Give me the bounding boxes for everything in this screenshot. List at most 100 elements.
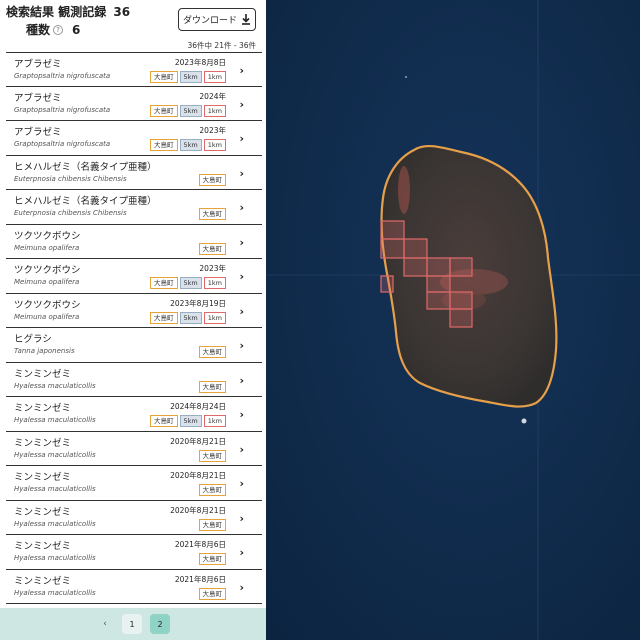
chevron-right-icon[interactable]: ›	[239, 236, 244, 249]
chevron-right-icon[interactable]: ›	[239, 546, 244, 559]
record-row[interactable]: ミンミンゼミ Hyalessa maculaticollis 大島町 ›	[6, 363, 262, 397]
species-japanese-name: アブラゼミ	[14, 59, 62, 70]
grid-1km-tag: 1km	[203, 104, 226, 117]
download-button[interactable]: ダウンロード	[178, 8, 256, 31]
record-row[interactable]: アブラゼミ Graptopsaltria nigrofuscata 2024年 大島町…	[6, 87, 262, 121]
grid-1km-tag: 1km	[203, 71, 226, 83]
grid-1km-tag: 1km	[203, 277, 226, 289]
record-row[interactable]: アブラゼミ Graptopsaltria nigrofuscata 2023年8月8…	[6, 52, 262, 87]
species-scientific-name: Graptopsaltria nigrofuscata	[14, 72, 111, 80]
record-row[interactable]: ツクツクボウシ Meimuna opalifera 2023年 大島町 5km 1km ›	[6, 259, 262, 294]
chevron-right-icon[interactable]: ›	[239, 339, 244, 352]
grid-cell[interactable]	[449, 257, 473, 277]
record-tags: 大島町	[198, 518, 226, 531]
record-row[interactable]: ミンミンゼミ Hyalessa maculaticollis 2021年8月6日 大島…	[6, 570, 262, 604]
grid-5km-tag: 5km	[179, 277, 202, 289]
grid-cell[interactable]	[380, 238, 405, 259]
record-date: 2021年8月6日	[174, 574, 226, 584]
chevron-right-icon[interactable]: ›	[239, 408, 244, 421]
municipality-tag: 大島町	[198, 242, 226, 255]
record-row[interactable]: ミンミンゼミ Hyalessa maculaticollis 2020年8月21日大…	[6, 466, 262, 501]
municipality-tag: 大島町	[198, 518, 226, 531]
results-header: 検索結果 観測記録 36 種数 ? 6 ダウンロード 36件中 21件 - 36…	[0, 0, 266, 52]
record-row[interactable]: ミンミンゼミ Hyalessa maculaticollis 2024年8月24日大…	[6, 397, 262, 432]
record-tags: 大島町 5km 1km	[150, 277, 226, 289]
islet	[405, 76, 407, 78]
municipality-tag: 大島町	[150, 139, 178, 151]
species-japanese-name: ミンミンゼミ	[14, 403, 72, 414]
grid-cell[interactable]	[426, 257, 451, 277]
chevron-right-icon[interactable]: ›	[239, 132, 244, 145]
record-list: アブラゼミ Graptopsaltria nigrofuscata 2023年8月8…	[0, 52, 266, 604]
municipality-tag: 大島町	[198, 173, 226, 186]
grid-cell[interactable]	[426, 275, 451, 293]
grid-cell[interactable]	[449, 308, 473, 328]
species-japanese-name: ミンミンゼミ	[14, 506, 72, 518]
municipality-tag: 大島町	[198, 380, 226, 393]
species-japanese-name: アブラゼミ	[14, 127, 62, 138]
record-date: 2020年8月21日	[170, 436, 226, 446]
chevron-right-icon[interactable]: ›	[239, 512, 244, 525]
grid-cell[interactable]	[403, 257, 428, 277]
record-row[interactable]: ミンミンゼミ Hyalessa maculaticollis 2020年8月21日大…	[6, 432, 262, 466]
chevron-right-icon[interactable]: ›	[239, 305, 244, 318]
record-row[interactable]: ツクツクボウシ Meimuna opalifera 2023年8月19日 大島町 5km…	[6, 294, 262, 328]
page-1-button[interactable]: 1	[122, 614, 142, 634]
record-tags: 大島町	[198, 208, 226, 220]
page-2-button[interactable]: 2	[150, 614, 170, 634]
chevron-right-icon[interactable]: ›	[239, 374, 244, 387]
species-count-line: 種数 ? 6	[26, 21, 80, 38]
record-row[interactable]: ミンミンゼミ Hyalessa maculaticollis 2020年8月21日大…	[6, 501, 262, 535]
species-japanese-name: ミンミンゼミ	[14, 437, 72, 449]
species-scientific-name: Hyalessa maculaticollis	[14, 416, 96, 424]
species-japanese-name: ツクツクボウシ	[14, 299, 81, 311]
result-range: 36件中 21件 - 36件	[187, 41, 257, 50]
map-view[interactable]	[266, 0, 640, 640]
species-japanese-name: ツクツクボウシ	[14, 230, 81, 242]
chevron-right-icon[interactable]: ›	[239, 443, 244, 456]
pagination: ‹ 1 2	[0, 608, 266, 640]
record-row[interactable]: ツクツクボウシ Meimuna opalifera 大島町 ›	[6, 225, 262, 259]
record-date: 2024年8月24日	[170, 402, 226, 411]
record-row[interactable]: ヒメハルゼミ（名義タイプ亜種） Euterpnosia chibensis Chi…	[6, 190, 262, 225]
chevron-right-icon[interactable]: ›	[239, 581, 244, 594]
grid-cell[interactable]	[380, 220, 405, 240]
prev-page-button[interactable]: ‹	[96, 619, 114, 629]
record-row[interactable]: ヒメハルゼミ（名義タイプ亜種） Euterpnosia chibensis Chi…	[6, 156, 262, 190]
chevron-right-icon[interactable]: ›	[239, 64, 244, 77]
grid-1km-tag: 1km	[203, 415, 226, 427]
municipality-tag: 大島町	[198, 208, 226, 220]
chevron-right-icon[interactable]: ›	[239, 167, 244, 180]
record-row[interactable]: ヒグラシ Tanna japonensis 大島町 ›	[6, 328, 262, 363]
species-japanese-name: ヒメハルゼミ（名義タイプ亜種）	[14, 161, 157, 173]
municipality-tag: 大島町	[150, 415, 178, 427]
record-tags: 大島町	[198, 484, 226, 496]
chevron-right-icon[interactable]: ›	[239, 270, 244, 283]
municipality-tag: 大島町	[198, 346, 226, 358]
species-scientific-name: Graptopsaltria nigrofuscata	[14, 140, 111, 148]
species-count: 6	[72, 22, 81, 37]
grid-cell[interactable]	[403, 238, 428, 259]
species-scientific-name: Hyalessa maculaticollis	[14, 485, 96, 493]
grid-cell[interactable]	[426, 291, 451, 310]
municipality-tag: 大島町	[198, 449, 226, 462]
record-tags: 大島町	[198, 346, 226, 358]
species-scientific-name: Euterpnosia chibensis Chibensis	[14, 209, 127, 217]
record-tags: 大島町 5km 1km	[150, 139, 226, 151]
grid-cell[interactable]	[449, 291, 473, 310]
grid-5km-tag: 5km	[179, 71, 202, 83]
map-canvas[interactable]	[266, 0, 640, 640]
grid-cell[interactable]	[380, 275, 394, 293]
species-scientific-name: Meimuna opalifera	[14, 312, 80, 321]
record-tags: 大島町	[198, 449, 226, 462]
record-row[interactable]: アブラゼミ Graptopsaltria nigrofuscata 2023年 大島町…	[6, 121, 262, 156]
title-text: 検索結果	[6, 5, 55, 19]
species-scientific-name: Graptopsaltria nigrofuscata	[14, 105, 111, 114]
help-circle-icon[interactable]: ?	[53, 24, 64, 35]
record-tags: 大島町 5km 1km	[150, 71, 226, 83]
chevron-right-icon[interactable]: ›	[239, 98, 244, 111]
chevron-right-icon[interactable]: ›	[239, 201, 244, 214]
chevron-right-icon[interactable]: ›	[239, 477, 244, 490]
record-row[interactable]: ミンミンゼミ Hyalessa maculaticollis 2021年8月6日 大島…	[6, 535, 262, 570]
species-japanese-name: ミンミンゼミ	[14, 541, 72, 552]
